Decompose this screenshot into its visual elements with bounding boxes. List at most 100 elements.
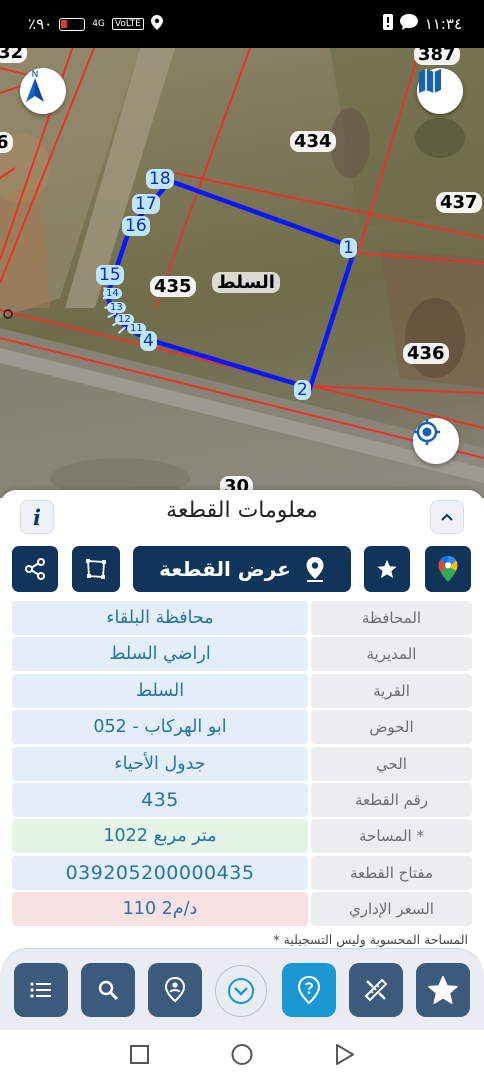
chevron-up-icon [441,513,453,521]
parcel-label-434: 434 [290,131,336,152]
info-row-parcel-key: 039205200000435 مفتاح القطعة [12,855,472,890]
system-nav-bar [0,1030,484,1080]
info-row-village: السلط القرية [12,673,472,708]
info-label: الحوض [311,710,472,745]
system-nav-icons [130,1044,354,1065]
info-row-governorate: محافظة البلقاء المحافظة [12,601,472,635]
parcel-info-table: محافظة البلقاء المحافظة اراضي السلط المد… [12,601,472,929]
question-pin-icon [297,976,321,1004]
vertex-label-15: 15 [96,265,124,285]
parcel-label-32: 32 [0,48,28,63]
star-icon [377,559,397,578]
vertex-label-14: 14 [103,288,122,299]
polygon-icon [86,559,106,579]
chevron-down-icon [228,978,254,1004]
battery-text: ٪٩٠ [28,15,53,33]
location-status-icon [150,14,163,34]
status-left: ٪٩٠ 4G VoLTE [28,14,163,34]
location-pin-icon [164,977,186,1003]
parcel-label-387: 387 [414,48,460,65]
info-row-parcel-number: 435 رقم القطعة [12,782,472,817]
collapse-button[interactable] [430,500,464,534]
parcel-label-436: 436 [403,343,449,364]
chat-icon [399,14,418,34]
info-row-admin-price: 110 د/م2 السعر الإداري [12,892,472,927]
battery-icon [59,17,86,31]
my-location-button[interactable] [413,418,459,464]
vertex-label-18: 18 [146,169,174,189]
search-icon [98,980,119,1001]
info-value: السلط [12,673,308,708]
home-icon[interactable] [231,1044,253,1065]
status-right: ١١:٣٤ [382,14,462,34]
area-footnote: * المساحة المحسوبة وليس التسجيلية [273,932,468,947]
parcel-label-437: 437 [436,192,482,213]
info-value: اراضي السلط [12,637,308,672]
info-row-neighborhood: جدول الأحياء الحي [12,746,472,781]
vertex-label-11: 11 [127,323,146,334]
info-value: 110 د/م2 [12,892,308,927]
expand-menu-button[interactable] [215,965,267,1017]
star-icon [428,975,458,1004]
status-bar: ٪٩٠ 4G VoLTE ١١:٣٤ [0,0,484,48]
back-icon[interactable] [336,1044,354,1065]
village-map-label: السلط [212,272,280,293]
ruler-icon [364,978,388,1002]
sheet-title: معلومات القطعة [166,498,318,523]
polygon-button[interactable] [72,546,120,592]
alert-icon [382,14,393,34]
info-label: رقم القطعة [311,782,472,817]
recent-apps-icon[interactable] [130,1045,149,1064]
info-label: المديرية [311,637,472,672]
google-maps-icon [438,556,458,582]
vertex-label-2: 2 [294,380,311,400]
location-search-button[interactable] [148,963,202,1017]
info-label: القرية [311,673,472,708]
info-value: محافظة البلقاء [12,601,308,635]
map-layers-button[interactable] [417,68,463,114]
share-button[interactable] [12,546,58,592]
info-value: جدول الأحياء [12,746,308,781]
info-row-basin: ابو الهركاب - 052 الحوض [12,710,472,745]
parcel-query-button[interactable] [282,963,336,1017]
vertex-label-1: 1 [340,238,357,258]
map-icon [419,69,441,93]
map-view[interactable]: 32 387 6 434 437 435 436 30 18 17 16 15 … [0,48,484,498]
bottom-toolbar [0,948,484,1030]
measure-tools-button[interactable] [349,963,403,1017]
info-label: المحافظة [311,601,472,635]
compass-button[interactable]: N [20,68,66,114]
favorites-button[interactable] [416,963,470,1017]
action-buttons: عرض القطعة [12,546,472,594]
vertex-label-16: 16 [122,216,150,236]
show-parcel-label: عرض القطعة [159,557,291,581]
search-button[interactable] [81,963,135,1017]
info-label: السعر الإداري [311,892,472,927]
favorite-button[interactable] [364,546,410,592]
info-label: مفتاح القطعة [311,855,472,890]
parcel-label-6: 6 [0,132,13,153]
clock-time: ١١:٣٤ [424,15,462,33]
network-type: 4G [92,18,105,29]
info-row-directorate: اراضي السلط المديرية [12,637,472,672]
list-icon [30,982,51,998]
gps-target-icon [414,419,440,445]
volte-badge: VoLTE [111,18,144,30]
info-value: 039205200000435 [12,855,308,890]
google-maps-button[interactable] [425,546,471,592]
share-icon [25,558,45,580]
info-label: المساحة * [311,819,472,854]
compass-icon: N [26,70,44,102]
show-parcel-button[interactable]: عرض القطعة [133,546,351,592]
vertex-label-13: 13 [107,302,126,313]
map-pin-icon [306,557,324,582]
parcel-label-435: 435 [150,276,196,297]
info-value: 1022 متر مربع [12,819,308,854]
info-value: ابو الهركاب - 052 [12,710,308,745]
list-button[interactable] [14,963,68,1017]
info-value: 435 [12,782,308,817]
info-label: الحي [311,746,472,781]
sheet-header: i معلومات القطعة [0,490,484,544]
vertex-label-17: 17 [132,194,160,214]
info-row-area: 1022 متر مربع المساحة * [12,819,472,854]
